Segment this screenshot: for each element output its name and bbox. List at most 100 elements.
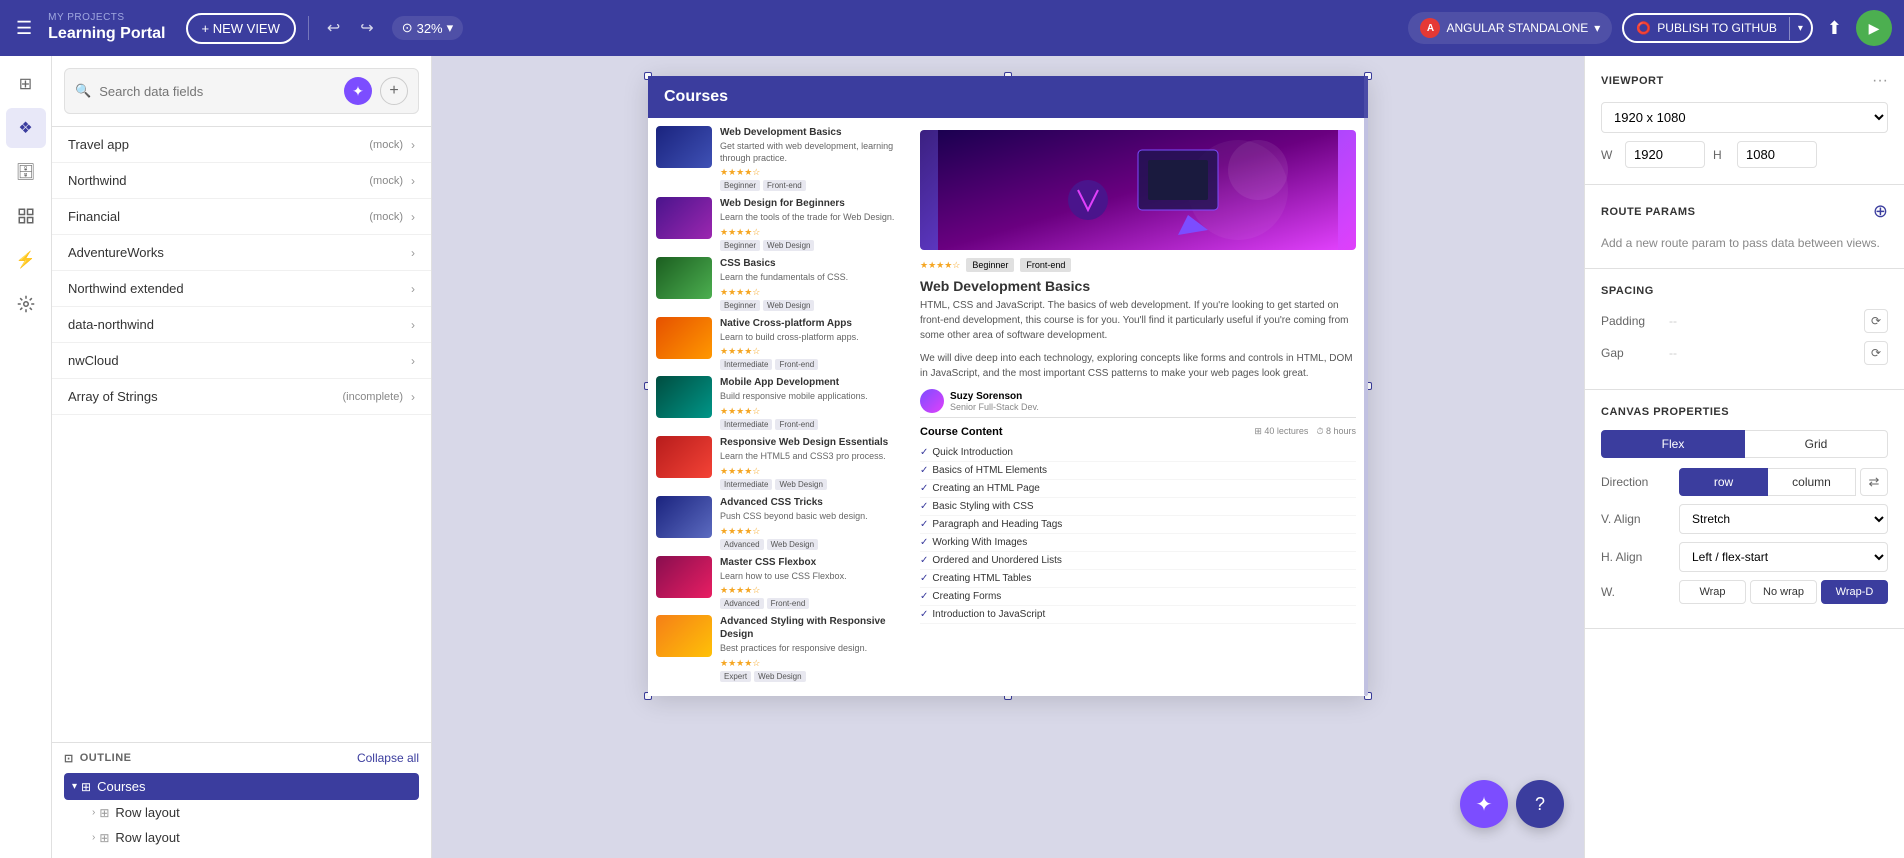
dir-swap-button[interactable]: ⇄ bbox=[1860, 468, 1888, 496]
padding-row: Padding -- ⟳ bbox=[1601, 309, 1888, 333]
datasource-nwcloud[interactable]: nwCloud › bbox=[52, 343, 431, 379]
course-card[interactable]: Responsive Web Design Essentials Learn t… bbox=[656, 436, 900, 490]
publish-button[interactable]: ⭕ PUBLISH TO GITHUB ▾ bbox=[1622, 13, 1813, 43]
course-card[interactable]: Mobile App Development Build responsive … bbox=[656, 376, 900, 430]
canvas-properties-section: CANVAS PROPERTIES Flex Grid Direction ro… bbox=[1585, 390, 1904, 629]
floating-magic-button[interactable]: ✦ bbox=[1460, 780, 1508, 828]
course-thumb bbox=[656, 556, 712, 598]
datasource-array-of-strings[interactable]: Array of Strings (incomplete) › bbox=[52, 379, 431, 415]
zoom-control[interactable]: ⊙ 32% ▾ bbox=[392, 16, 463, 40]
datasource-adventureworks[interactable]: AdventureWorks › bbox=[52, 235, 431, 271]
sidebar-item-database[interactable]: 🗄 bbox=[6, 152, 46, 192]
course-info: Native Cross-platform Apps Learn to buil… bbox=[720, 317, 900, 371]
course-card[interactable]: Master CSS Flexbox Learn how to use CSS … bbox=[656, 556, 900, 610]
featured-title: Web Development Basics bbox=[920, 278, 1356, 294]
course-title: Advanced CSS Tricks bbox=[720, 496, 900, 509]
mode-flex-button[interactable]: Flex bbox=[1601, 430, 1745, 458]
tag: Beginner bbox=[720, 300, 760, 311]
tag: Web Design bbox=[775, 479, 826, 490]
check-icon: ✓ bbox=[920, 501, 928, 512]
datasource-travel-app[interactable]: Travel app (mock) › bbox=[52, 127, 431, 163]
tag: Web Design bbox=[767, 539, 818, 550]
course-card[interactable]: Web Development Basics Get started with … bbox=[656, 126, 900, 191]
datasource-financial[interactable]: Financial (mock) › bbox=[52, 199, 431, 235]
collapse-all-button[interactable]: Collapse all bbox=[357, 751, 419, 765]
sidebar-item-pages[interactable]: ⊞ bbox=[6, 64, 46, 104]
v-align-select[interactable]: Stretch bbox=[1679, 504, 1888, 534]
wrap-wrap-button[interactable]: Wrap bbox=[1679, 580, 1746, 604]
mode-grid-button[interactable]: Grid bbox=[1745, 430, 1888, 458]
stars: ★★★★☆ bbox=[720, 526, 900, 537]
sidebar-item-components[interactable]: ❖ bbox=[6, 108, 46, 148]
canvas-area[interactable]: Courses Web Development Basics Get start… bbox=[432, 56, 1584, 858]
course-title: Native Cross-platform Apps bbox=[720, 317, 900, 330]
play-button[interactable]: ▶ bbox=[1856, 10, 1892, 46]
expand-icon: › bbox=[411, 390, 415, 404]
author-name: Suzy Sorenson bbox=[950, 391, 1039, 402]
viewport-select[interactable]: 1920 x 1080 bbox=[1601, 102, 1888, 133]
tag: Web Design bbox=[763, 240, 814, 251]
share-button[interactable]: ⬆ bbox=[1823, 14, 1846, 43]
course-content-section: Course Content ⊞ 40 lectures ⏱ 8 hours ✓… bbox=[920, 417, 1356, 624]
wrap-nowrap-button[interactable]: No wrap bbox=[1750, 580, 1817, 604]
course-card[interactable]: Web Design for Beginners Learn the tools… bbox=[656, 197, 900, 251]
tag: Front-end bbox=[775, 359, 818, 370]
sidebar-item-plugins[interactable] bbox=[6, 196, 46, 236]
tag: Intermediate bbox=[720, 359, 772, 370]
direction-row: Direction row column ⇄ bbox=[1601, 468, 1888, 496]
course-info: Master CSS Flexbox Learn how to use CSS … bbox=[720, 556, 900, 610]
datasource-northwind[interactable]: Northwind (mock) › bbox=[52, 163, 431, 199]
new-view-button[interactable]: + NEW VIEW bbox=[186, 13, 296, 44]
content-item: ✓ Creating Forms bbox=[920, 588, 1356, 606]
hours-count: ⏱ 8 hours bbox=[1316, 426, 1356, 438]
outline-row-layout-1[interactable]: › ⊞ Row layout bbox=[64, 800, 419, 825]
outline-row-layout-2[interactable]: › ⊞ Row layout bbox=[64, 825, 419, 850]
course-card[interactable]: Advanced Styling with Responsive Design … bbox=[656, 615, 900, 682]
publish-dropdown[interactable]: ▾ bbox=[1789, 17, 1811, 40]
datasource-northwind-extended[interactable]: Northwind extended › bbox=[52, 271, 431, 307]
canvas-detail: ★★★★☆ Beginner Front-end Web Development… bbox=[908, 118, 1368, 696]
menu-icon[interactable]: ☰ bbox=[12, 14, 36, 43]
search-input[interactable] bbox=[99, 84, 336, 99]
dir-row-button[interactable]: row bbox=[1679, 468, 1768, 496]
course-card[interactable]: Advanced CSS Tricks Push CSS beyond basi… bbox=[656, 496, 900, 550]
datasource-name: nwCloud bbox=[68, 353, 403, 368]
datasource-data-northwind[interactable]: data-northwind › bbox=[52, 307, 431, 343]
course-card[interactable]: CSS Basics Learn the fundamentals of CSS… bbox=[656, 257, 900, 311]
add-param-button[interactable]: ⊕ bbox=[1873, 201, 1888, 222]
outline-courses-item[interactable]: ▾ ⊞ Courses bbox=[64, 773, 419, 800]
floating-help-button[interactable]: ? bbox=[1516, 780, 1564, 828]
h-align-select[interactable]: Left / flex-start bbox=[1679, 542, 1888, 572]
undo-button[interactable]: ↩ bbox=[321, 14, 346, 42]
course-thumb bbox=[656, 257, 712, 299]
datasource-badge: (mock) bbox=[369, 211, 403, 223]
course-card[interactable]: Native Cross-platform Apps Learn to buil… bbox=[656, 317, 900, 371]
chevron-down-icon: ▾ bbox=[72, 781, 77, 792]
redo-button[interactable]: ↪ bbox=[354, 14, 379, 42]
check-icon: ✓ bbox=[920, 483, 928, 494]
framework-selector[interactable]: A ANGULAR STANDALONE ▾ bbox=[1408, 12, 1612, 44]
add-datasource-button[interactable]: + bbox=[380, 77, 408, 105]
wrap-wrapd-button[interactable]: Wrap-D bbox=[1821, 580, 1888, 604]
search-box: 🔍 ✦ + bbox=[64, 68, 419, 114]
publish-main[interactable]: ⭕ PUBLISH TO GITHUB bbox=[1624, 15, 1789, 41]
padding-reset-button[interactable]: ⟳ bbox=[1864, 309, 1888, 333]
width-input[interactable] bbox=[1625, 141, 1705, 168]
course-title: Responsive Web Design Essentials bbox=[720, 436, 900, 449]
course-info: Mobile App Development Build responsive … bbox=[720, 376, 900, 430]
gap-reset-button[interactable]: ⟳ bbox=[1864, 341, 1888, 365]
outline-title: ⊡ OUTLINE bbox=[64, 752, 132, 765]
magic-button[interactable]: ✦ bbox=[344, 77, 372, 105]
gap-row: Gap -- ⟳ bbox=[1601, 341, 1888, 365]
sidebar-item-interactions[interactable]: ⚡ bbox=[6, 240, 46, 280]
dir-column-button[interactable]: column bbox=[1768, 468, 1856, 496]
height-input[interactable] bbox=[1737, 141, 1817, 168]
content-item: ✓ Paragraph and Heading Tags bbox=[920, 516, 1356, 534]
viewport-more-button[interactable]: ··· bbox=[1872, 72, 1888, 90]
sidebar-item-assets[interactable] bbox=[6, 284, 46, 324]
outline-child-label: Row layout bbox=[115, 805, 179, 820]
expand-icon: › bbox=[411, 174, 415, 188]
scrollbar[interactable] bbox=[1364, 76, 1368, 696]
datasource-name: data-northwind bbox=[68, 317, 403, 332]
datasources-list: Travel app (mock) › Northwind (mock) › F… bbox=[52, 127, 431, 742]
